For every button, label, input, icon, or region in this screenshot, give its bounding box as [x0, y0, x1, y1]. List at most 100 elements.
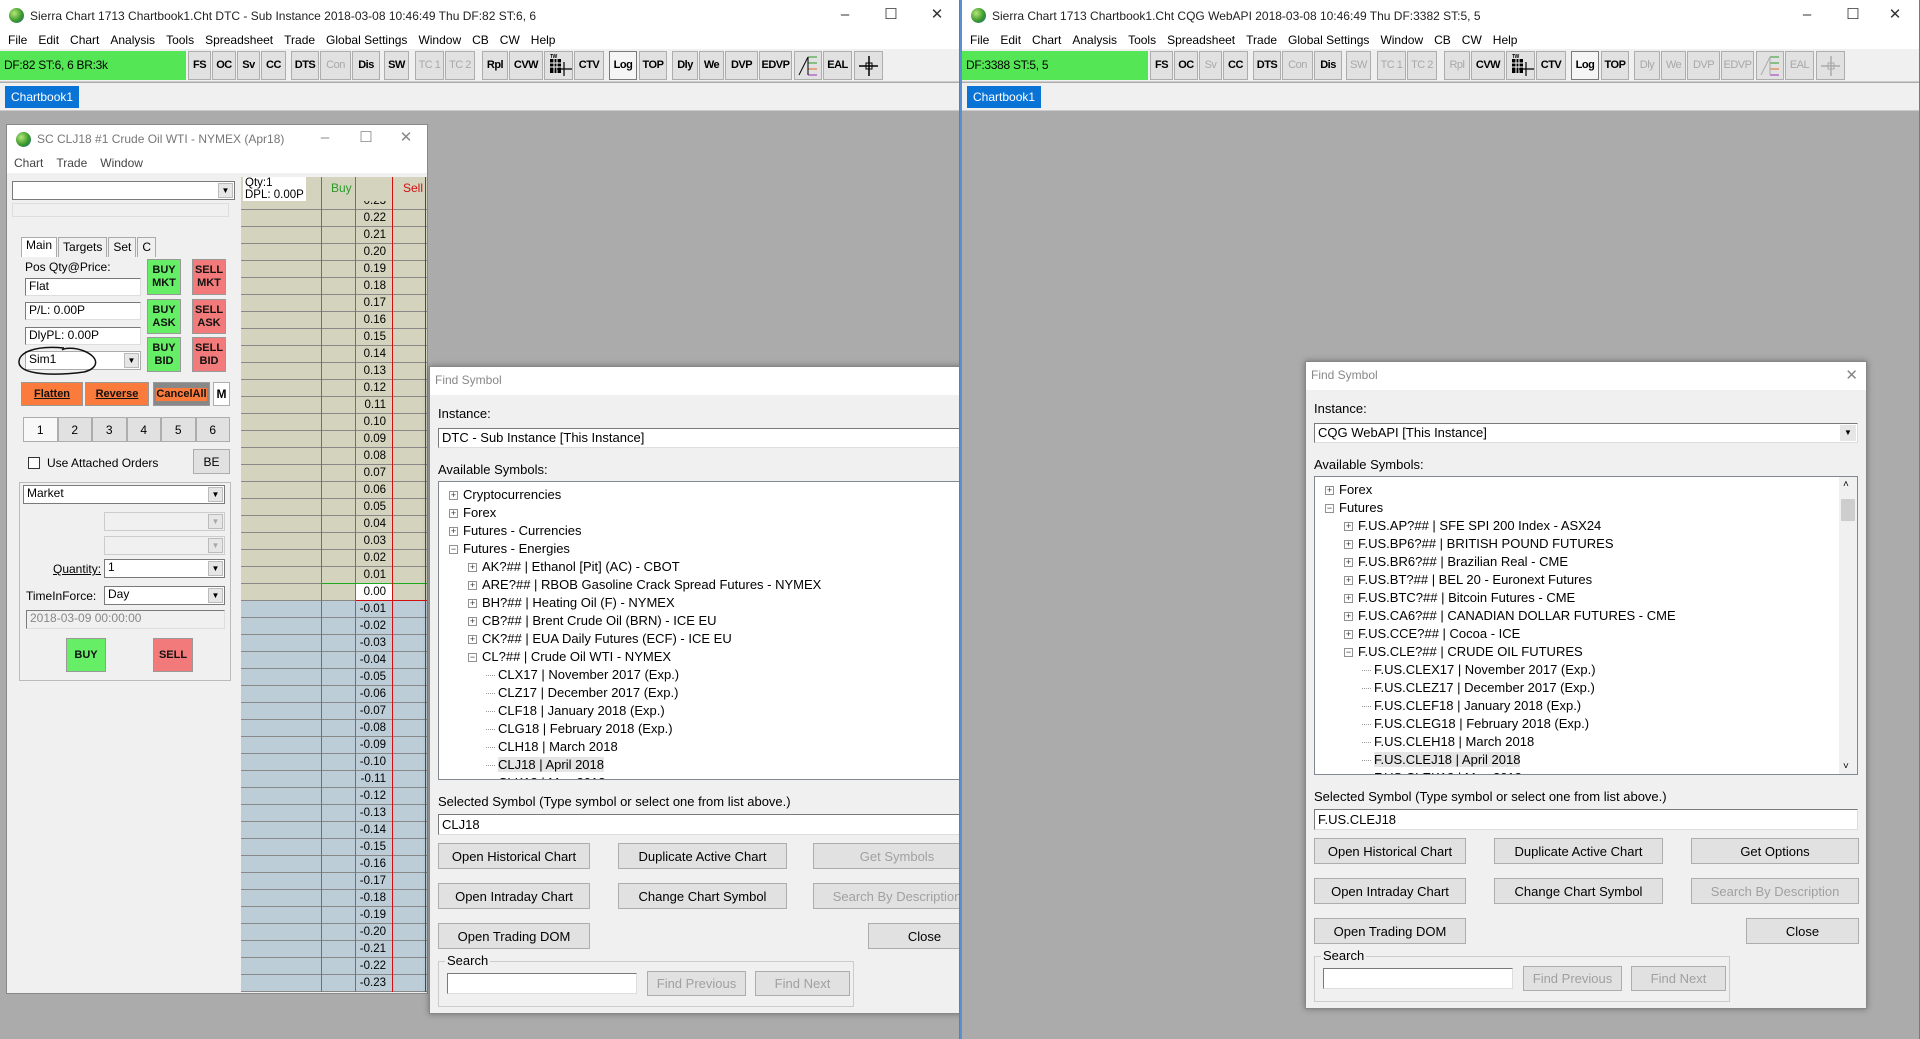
toolbar-button-tc-2[interactable]: TC 2 — [1407, 51, 1437, 80]
toolbar-button-dts[interactable]: DTS — [1253, 51, 1281, 80]
menu-file[interactable]: File — [970, 33, 989, 47]
ladder-row[interactable]: 0.06 — [241, 482, 427, 499]
tree-item[interactable]: + F.US.AP?## | SFE SPI 200 Index - ASX24 — [1344, 517, 1601, 535]
chevron-up-icon[interactable]: ˄ — [1843, 479, 1849, 490]
tree-item[interactable]: + Forex — [1325, 481, 1372, 499]
toolbar-button-we[interactable]: We — [699, 51, 724, 80]
menu-global-settings[interactable]: Global Settings — [326, 33, 407, 47]
qty-preset-5[interactable]: 5 — [161, 417, 196, 442]
menu-analysis[interactable]: Analysis — [1072, 33, 1117, 47]
tree-item[interactable]: + F.US.CA6?## | CANADIAN DOLLAR FUTURES -… — [1344, 607, 1676, 625]
ladder-row[interactable]: -0.09 — [241, 737, 427, 754]
tree-item[interactable]: + ARE?## | RBOB Gasoline Crack Spread Fut… — [468, 576, 821, 594]
tree-item[interactable]: + Cryptocurrencies — [449, 486, 561, 504]
menu-cw[interactable]: CW — [500, 33, 520, 47]
symbol-tree[interactable]: + Cryptocurrencies + Forex + Futures - Curren… — [438, 481, 959, 780]
ladder-row[interactable]: 0.13 — [241, 363, 427, 380]
collapse-icon[interactable]: − — [1325, 504, 1334, 514]
menu-edit[interactable]: Edit — [38, 33, 59, 47]
ladder-row[interactable]: 0.07 — [241, 465, 427, 482]
toolbar-button-oc[interactable]: OC — [1174, 51, 1198, 80]
tree-item[interactable]: CLJ18 | April 2018 — [486, 756, 604, 774]
minimize-button[interactable]: – — [1784, 0, 1830, 31]
expand-icon[interactable]: + — [1344, 558, 1353, 568]
ladder-row[interactable]: 0.21 — [241, 227, 427, 244]
toolbar-button-eal[interactable]: EAL — [1785, 51, 1814, 80]
expand-icon[interactable]: + — [468, 617, 477, 627]
tree-item[interactable]: + F.US.BP6?## | BRITISH POUND FUTURES — [1344, 535, 1614, 553]
tree-item[interactable]: F.US.CLEZ17 | December 2017 (Exp.) — [1362, 679, 1595, 697]
ladder-row[interactable]: -0.10 — [241, 754, 427, 771]
instance-dropdown[interactable]: DTC - Sub Instance [This Instance] — [438, 428, 959, 448]
menu-chart[interactable]: Chart — [1032, 33, 1061, 47]
expand-icon[interactable]: + — [449, 527, 458, 537]
menu-trade[interactable]: Trade — [284, 33, 315, 47]
close-button[interactable]: ✕ — [1872, 0, 1918, 31]
sell-bid-button[interactable]: SELL BID — [192, 337, 226, 372]
toolbar-button-fs[interactable]: FS — [188, 51, 211, 80]
toolbar-button-fs[interactable]: FS — [1150, 51, 1173, 80]
ladder-row[interactable]: 0.19 — [241, 261, 427, 278]
ladder-row[interactable]: 0.17 — [241, 295, 427, 312]
toolbar-button-edvp[interactable]: EDVP — [759, 51, 792, 80]
menu-window[interactable]: Window — [100, 156, 143, 170]
ladder-row[interactable]: -0.08 — [241, 720, 427, 737]
close-icon[interactable]: ✕ — [1845, 366, 1858, 384]
tree-item[interactable]: + AK?## | Ethanol [Pit] (AC) - CBOT — [468, 558, 680, 576]
tree-item[interactable]: F.US.CLEX17 | November 2017 (Exp.) — [1362, 661, 1596, 679]
tree-item[interactable]: + Forex — [449, 504, 496, 522]
expand-icon[interactable]: + — [1344, 594, 1353, 604]
menu-trade[interactable]: Trade — [1246, 33, 1277, 47]
ladder-row[interactable]: -0.11 — [241, 771, 427, 788]
expand-icon[interactable]: + — [1344, 612, 1353, 622]
open-historical-chart-button[interactable]: Open Historical Chart — [1314, 838, 1466, 864]
ladder-row[interactable]: -0.15 — [241, 839, 427, 856]
ladder-row[interactable]: -0.14 — [241, 822, 427, 839]
ladder-row[interactable]: -0.07 — [241, 703, 427, 720]
tree-item[interactable]: − Futures — [1325, 499, 1383, 517]
tree-item[interactable]: + F.US.CCE?## | Cocoa - ICE — [1344, 625, 1520, 643]
ladder-row[interactable]: 0.04 — [241, 516, 427, 533]
toolbar-button-tc-2[interactable]: TC 2 — [445, 51, 475, 80]
find-next-button[interactable]: Find Next — [755, 971, 850, 996]
flatten-button[interactable]: Flatten — [21, 382, 83, 406]
ladder-row[interactable]: -0.16 — [241, 856, 427, 873]
buy-ask-button[interactable]: BUY ASK — [147, 299, 181, 334]
toolbar-button-rpl[interactable]: Rpl — [482, 51, 508, 80]
time-in-force-dropdown[interactable]: Day ▼ — [104, 586, 225, 605]
toolbar-button-tc-1[interactable]: TC 1 — [1377, 51, 1406, 80]
tree-item[interactable]: + F.US.BTC?## | Bitcoin Futures - CME — [1344, 589, 1575, 607]
toolbar-button-con[interactable]: Con — [320, 51, 351, 80]
tree-item[interactable]: + F.US.BT?## | BEL 20 - Euronext Futures — [1344, 571, 1592, 589]
tree-item[interactable]: F.US.CLEG18 | February 2018 (Exp.) — [1362, 715, 1589, 733]
tab-targets[interactable]: Targets — [58, 237, 108, 257]
symbol-dropdown[interactable]: ▼ — [12, 181, 235, 200]
toolbar-button-eal[interactable]: EAL — [823, 51, 852, 80]
qty-preset-2[interactable]: 2 — [57, 417, 92, 442]
open-historical-chart-button[interactable]: Open Historical Chart — [438, 843, 590, 869]
qty-preset-3[interactable]: 3 — [92, 417, 127, 442]
menu-help[interactable]: Help — [531, 33, 556, 47]
menu-cb[interactable]: CB — [472, 33, 489, 47]
toolbar-button-oc[interactable]: OC — [212, 51, 236, 80]
ladder-row[interactable]: -0.23 — [241, 975, 427, 992]
ladder-row[interactable]: -0.20 — [241, 924, 427, 941]
drawing-line-button[interactable] — [794, 51, 822, 80]
ladder-row[interactable]: -0.17 — [241, 873, 427, 890]
tree-item[interactable]: CLX17 | November 2017 (Exp.) — [486, 666, 679, 684]
price2-dropdown[interactable]: ▼ — [104, 536, 225, 555]
tree-item[interactable]: CLG18 | February 2018 (Exp.) — [486, 720, 673, 738]
qty-preset-4[interactable]: 4 — [126, 417, 161, 442]
open-intraday-chart-button[interactable]: Open Intraday Chart — [1314, 878, 1466, 904]
open-trading-dom-button[interactable]: Open Trading DOM — [1314, 918, 1466, 944]
ladder-row[interactable]: -0.21 — [241, 941, 427, 958]
drawing-line-button[interactable] — [1756, 51, 1784, 80]
menu-cw[interactable]: CW — [1462, 33, 1482, 47]
menu-spreadsheet[interactable]: Spreadsheet — [205, 33, 273, 47]
expand-icon[interactable]: + — [1325, 486, 1334, 496]
toolbar-button-con[interactable]: Con — [1282, 51, 1313, 80]
ladder-row[interactable]: -0.06 — [241, 686, 427, 703]
toolbar-button-ctv[interactable]: CTV — [574, 51, 604, 80]
ladder-row[interactable]: 0.16 — [241, 312, 427, 329]
toolbar-button-sw[interactable]: SW — [384, 51, 409, 80]
